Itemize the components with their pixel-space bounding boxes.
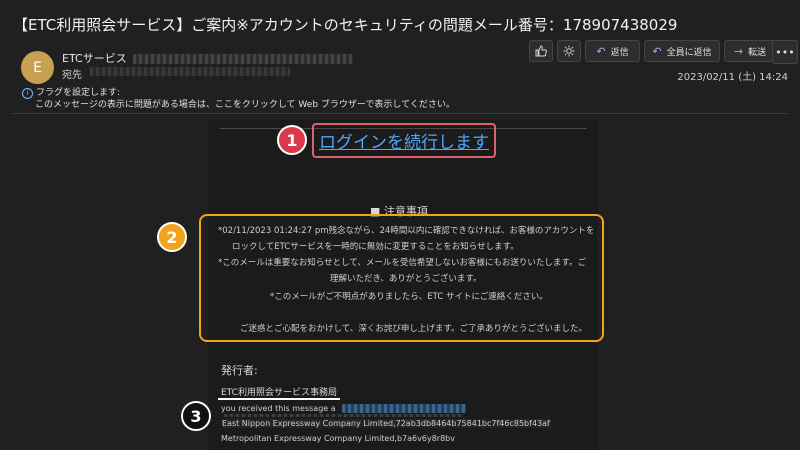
notice-line: *このメールは重要なお知らせとして、メールを受信希望しないお客様にもお送りいたし… (218, 258, 587, 268)
reply-all-button[interactable]: ↶ 全員に返信 (644, 40, 720, 62)
received-date: 2023/02/11 (土) 14:24 (677, 72, 788, 83)
info-icon: i (22, 88, 33, 99)
redacted-sender-email (132, 54, 353, 64)
reply-all-arrow-icon: ↶ (652, 44, 662, 58)
notice-line: *02/11/2023 01:24:27 pm残念ながら、24時間以内に確認でき… (218, 226, 595, 236)
info-bar-line1: i フラグを設定します: (22, 87, 455, 99)
login-link[interactable]: ログインを続行します (319, 128, 489, 153)
immersive-reader-button[interactable] (557, 40, 581, 62)
reply-all-label: 全員に返信 (666, 47, 712, 58)
flag-label: フラグを設定します: (36, 88, 121, 98)
forward-label: 転送 (748, 47, 767, 58)
redacted-line (224, 414, 464, 417)
notice-line: ご迷惑とご心配をおかけして、深くお詫び申し上げます。ご了承ありがとうございました… (240, 324, 587, 334)
notice-line: *このメールがご不明点がありましたら、ETC サイトにご連絡ください。 (270, 292, 548, 302)
login-link-highlight: ログインを続行します (312, 123, 496, 158)
message-toolbar: ↶ 返信 ↶ 全員に返信 → 転送 (529, 40, 776, 62)
east-nippon-line: East Nippon Expressway Company Limited,7… (221, 419, 551, 428)
notice-line: 理解いただき、ありがとうございます。 (330, 274, 482, 284)
header-divider (12, 113, 788, 114)
callout-badge-2: 2 (157, 222, 187, 252)
view-in-browser-text[interactable]: このメッセージの表示に問題がある場合は、ここをクリックして Web ブラウザーで… (22, 99, 455, 111)
received-message-text: you received this message a (221, 404, 336, 413)
more-actions-button[interactable]: ••• (772, 40, 798, 64)
info-bar[interactable]: i フラグを設定します: このメッセージの表示に問題がある場合は、ここをクリックし… (22, 87, 455, 111)
sender-line: ETCサービス (62, 50, 353, 66)
publisher-heading: 発行者: (221, 364, 258, 377)
sender-name[interactable]: ETCサービス (62, 52, 127, 65)
thumbs-up-icon (535, 45, 547, 57)
forward-button[interactable]: → 転送 (724, 40, 776, 62)
reply-arrow-icon: ↶ (596, 44, 606, 58)
to-label: 宛先 (62, 70, 82, 81)
like-button[interactable] (529, 40, 553, 62)
notice-line: ロックしてETCサービスを一時的に無効に変更することをお知らせします。 (232, 242, 519, 252)
sender-avatar[interactable]: E (21, 51, 54, 84)
email-subject: 【ETC利用照会サービス】ご案内※アカウントのセキュリティの問題メール番号：17… (13, 16, 678, 34)
reply-label: 返信 (610, 47, 629, 58)
publisher-underline-marker (218, 398, 340, 400)
redacted-address (342, 404, 466, 413)
forward-arrow-icon: → (733, 44, 744, 58)
reply-button[interactable]: ↶ 返信 (585, 40, 640, 62)
publisher-organization: ETC利用照会サービス事務局 (221, 388, 337, 398)
sun-icon (563, 45, 575, 57)
redacted-recipient (90, 67, 290, 76)
callout-badge-1: 1 (277, 125, 307, 155)
callout-badge-3: 3 (181, 401, 211, 431)
metropolitan-line: Metropolitan Expressway Company Limited,… (221, 434, 455, 443)
